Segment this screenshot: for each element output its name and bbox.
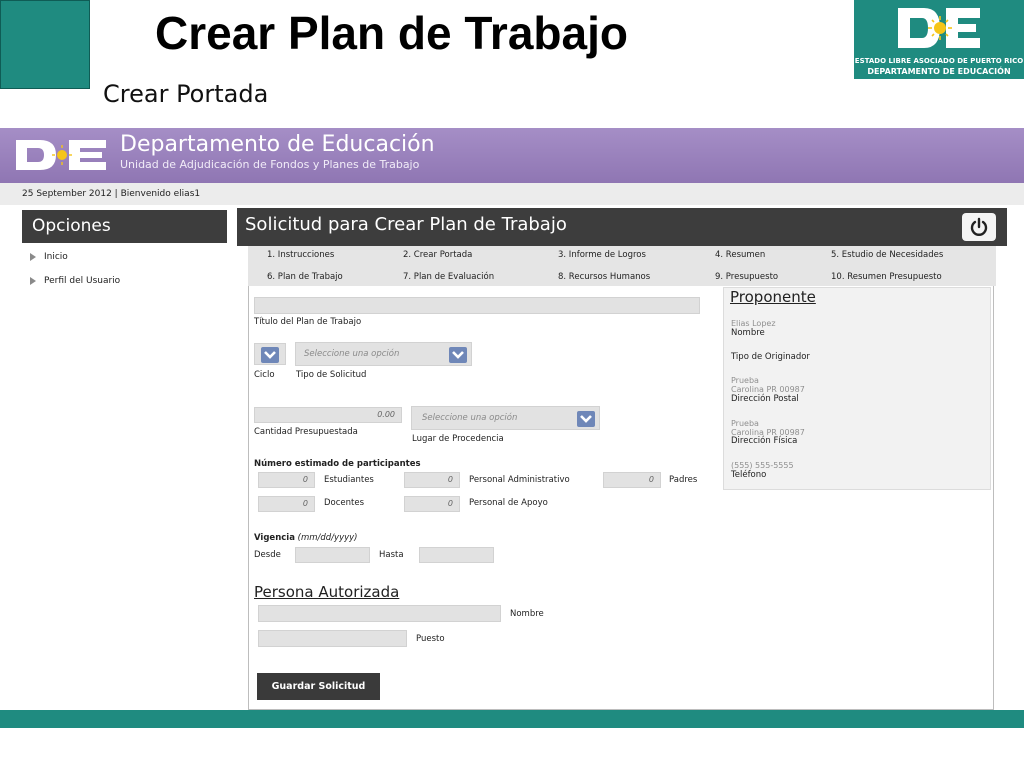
step-plan-trabajo[interactable]: 6. Plan de Trabajo <box>267 272 343 282</box>
postal-label: Dirección Postal <box>731 394 799 404</box>
chevron-down-icon <box>577 411 595 427</box>
steps-nav: 1. Instrucciones 2. Crear Portada 3. Inf… <box>248 246 996 286</box>
lugar-label: Lugar de Procedencia <box>412 434 504 444</box>
apoyo-input[interactable]: 0 <box>404 496 460 512</box>
de-logo: ESTADO LIBRE ASOCIADO DE PUERTO RICO DEP… <box>854 0 1024 79</box>
sidebar-item-perfil[interactable]: Perfil del Usuario <box>28 274 120 288</box>
titulo-input[interactable] <box>254 297 700 314</box>
step-estudio-necesidades[interactable]: 5. Estudio de Necesidades <box>831 250 943 260</box>
tipo-solicitud-label: Tipo de Solicitud <box>296 370 367 380</box>
padres-label: Padres <box>669 475 698 485</box>
fisica-line-1: Prueba <box>731 419 759 428</box>
logo-line-1: ESTADO LIBRE ASOCIADO DE PUERTO RICO <box>854 57 1024 65</box>
guardar-solicitud-button[interactable]: Guardar Solicitud <box>257 673 380 700</box>
fisica-label: Dirección Física <box>731 436 798 446</box>
hasta-label: Hasta <box>379 550 404 560</box>
ciclo-label: Ciclo <box>254 370 275 380</box>
de-banner-logo-icon <box>16 140 106 170</box>
step-resumen[interactable]: 4. Resumen <box>715 250 765 260</box>
padres-input[interactable]: 0 <box>603 472 661 488</box>
date-welcome-text: 25 September 2012 | Bienvenido elias1 <box>22 189 201 199</box>
bottom-teal-bar <box>0 710 1024 728</box>
cantidad-input[interactable]: 0.00 <box>254 407 402 423</box>
desde-label: Desde <box>254 550 281 560</box>
proponente-tipo-label: Tipo de Originador <box>731 352 810 362</box>
slide-subtitle: Crear Portada <box>103 80 269 108</box>
banner-title: Departamento de Educación <box>120 132 435 157</box>
main-panel-title: Solicitud para Crear Plan de Trabajo <box>245 214 567 235</box>
chevron-right-icon <box>30 277 36 285</box>
proponente-heading: Proponente <box>730 288 816 306</box>
step-instrucciones[interactable]: 1. Instrucciones <box>267 250 334 260</box>
cantidad-label: Cantidad Presupuestada <box>254 427 358 437</box>
tipo-solicitud-select[interactable]: Seleccione una opción <box>295 342 472 366</box>
step-presupuesto[interactable]: 9. Presupuesto <box>715 272 778 282</box>
admin-input[interactable]: 0 <box>404 472 460 488</box>
sidebar-item-inicio[interactable]: Inicio <box>28 250 68 264</box>
banner-subtitle: Unidad de Adjudicación de Fondos y Plane… <box>120 158 420 171</box>
persona-nombre-label: Nombre <box>510 609 544 619</box>
de-emblem-icon <box>894 4 984 52</box>
slide-title: Crear Plan de Trabajo <box>155 7 628 59</box>
vigencia-format: (mm/dd/yyyy) <box>297 533 358 543</box>
telefono-label: Teléfono <box>731 470 767 480</box>
participantes-heading: Número estimado de participantes <box>254 459 421 469</box>
postal-line-2: Carolina PR 00987 <box>731 385 805 394</box>
sidebar-item-label: Perfil del Usuario <box>44 276 121 286</box>
step-crear-portada[interactable]: 2. Crear Portada <box>403 250 472 260</box>
telefono-value: (555) 555-5555 <box>731 461 794 470</box>
estudiantes-input[interactable]: 0 <box>258 472 315 488</box>
apoyo-label: Personal de Apoyo <box>469 498 548 508</box>
ciclo-select[interactable] <box>254 343 286 365</box>
proponente-panel: Proponente Elias Lopez Nombre Tipo de Or… <box>723 287 991 490</box>
persona-nombre-input[interactable] <box>258 605 501 622</box>
sidebar-item-label: Inicio <box>44 252 68 262</box>
chevron-down-icon <box>261 347 279 363</box>
estudiantes-label: Estudiantes <box>324 475 374 485</box>
sidebar-header: Opciones <box>22 210 227 243</box>
persona-autorizada-heading: Persona Autorizada <box>254 583 400 601</box>
step-recursos-humanos[interactable]: 8. Recursos Humanos <box>558 272 650 282</box>
persona-puesto-input[interactable] <box>258 630 407 647</box>
vigencia-label: Vigencia (mm/dd/yyyy) <box>254 533 357 543</box>
desde-input[interactable] <box>295 547 370 563</box>
proponente-nombre-label: Nombre <box>731 328 765 338</box>
vigencia-title: Vigencia <box>254 533 295 543</box>
chevron-right-icon <box>30 253 36 261</box>
docentes-input[interactable]: 0 <box>258 496 315 512</box>
persona-puesto-label: Puesto <box>416 634 445 644</box>
logo-line-2: DEPARTAMENTO DE EDUCACIÓN <box>867 67 1011 76</box>
step-informe-logros[interactable]: 3. Informe de Logros <box>558 250 646 260</box>
select-placeholder: Seleccione una opción <box>304 349 400 359</box>
chevron-down-icon <box>449 347 467 363</box>
select-placeholder: Seleccione una opción <box>422 413 518 423</box>
titulo-label: Título del Plan de Trabajo <box>254 317 362 327</box>
proponente-nombre-value: Elias Lopez <box>731 319 776 328</box>
admin-label: Personal Administrativo <box>469 475 570 485</box>
lugar-select[interactable]: Seleccione una opción <box>411 406 600 430</box>
power-icon <box>970 217 988 236</box>
docentes-label: Docentes <box>324 498 365 508</box>
logout-button[interactable] <box>962 213 996 241</box>
step-plan-evaluacion[interactable]: 7. Plan de Evaluación <box>403 272 494 282</box>
step-resumen-presupuesto[interactable]: 10. Resumen Presupuesto <box>831 272 942 282</box>
hasta-input[interactable] <box>419 547 494 563</box>
teal-square-decoration <box>0 0 90 89</box>
postal-line-1: Prueba <box>731 376 759 385</box>
